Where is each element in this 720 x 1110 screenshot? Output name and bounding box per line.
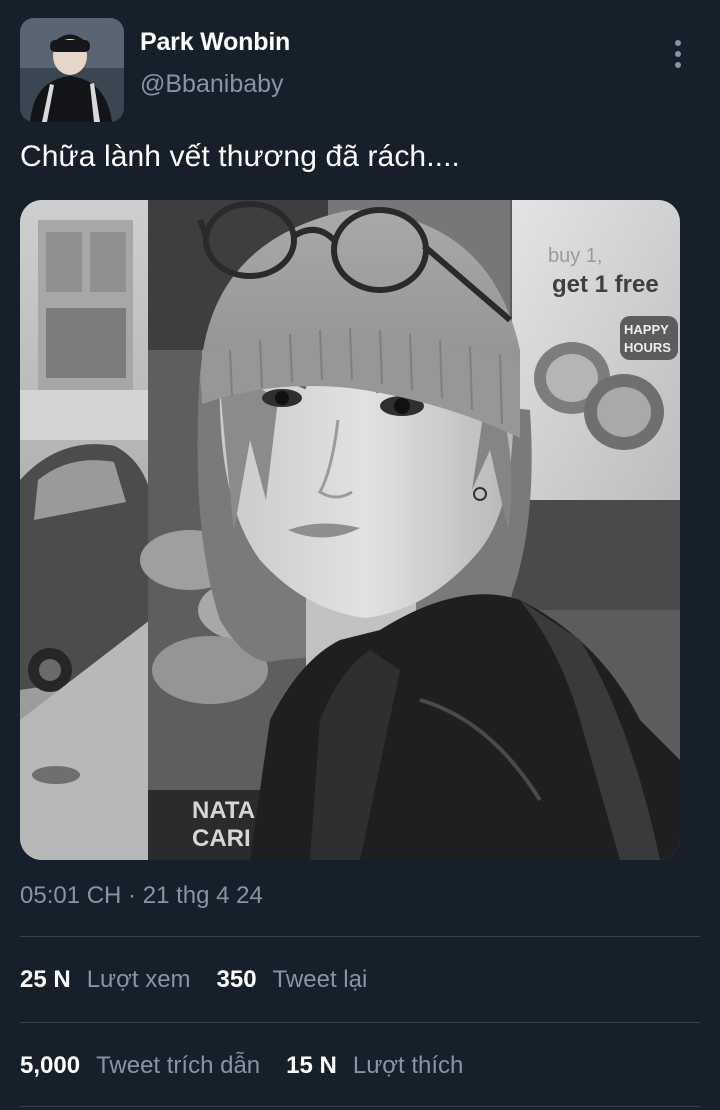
signage-hours: HOURS <box>624 340 671 355</box>
quotes-count[interactable]: 5,000 <box>20 1052 80 1080</box>
display-name[interactable]: Park Wonbin <box>140 28 290 57</box>
signage-happy: HAPPY <box>624 322 669 337</box>
stats-row-views-retweets: 25 N Lượt xem 350 Tweet lại <box>20 966 393 994</box>
avatar-photo <box>20 18 124 122</box>
divider <box>20 1022 700 1023</box>
avatar[interactable] <box>20 18 124 122</box>
signage-offer: get 1 free <box>552 271 659 298</box>
retweets-label[interactable]: Tweet lại <box>273 966 368 994</box>
tweet-detail: Park Wonbin @Bbanibaby Chữa lành vết thư… <box>0 0 720 1110</box>
photo-portrait: NATA CARI buy 1, get 1 free HAPPY HOURS <box>20 200 680 860</box>
views-count: 25 N <box>20 966 71 993</box>
likes-count[interactable]: 15 N <box>286 1052 337 1080</box>
signage-buy: buy 1, <box>548 245 602 267</box>
tweet-timestamp[interactable]: 05:01 CH · 21 thg 4 24 <box>20 882 263 910</box>
signage-cari: CARI <box>192 825 251 852</box>
likes-label[interactable]: Lượt thích <box>353 1052 464 1080</box>
divider <box>20 1106 700 1107</box>
divider <box>20 936 700 937</box>
quotes-label[interactable]: Tweet trích dẫn <box>96 1052 260 1080</box>
stats-row-quotes-likes: 5,000 Tweet trích dẫn 15 N Lượt thích <box>20 1052 489 1080</box>
user-handle[interactable]: @Bbanibaby <box>140 70 284 99</box>
more-vertical-icon[interactable] <box>664 36 692 72</box>
retweets-count[interactable]: 350 <box>217 966 257 994</box>
tweet-photo[interactable]: NATA CARI buy 1, get 1 free HAPPY HOURS <box>20 200 680 860</box>
views-label: Lượt xem <box>86 966 191 993</box>
tweet-text: Chữa lành vết thương đã rách.... <box>20 140 460 173</box>
signage-nata: NATA <box>192 797 255 824</box>
